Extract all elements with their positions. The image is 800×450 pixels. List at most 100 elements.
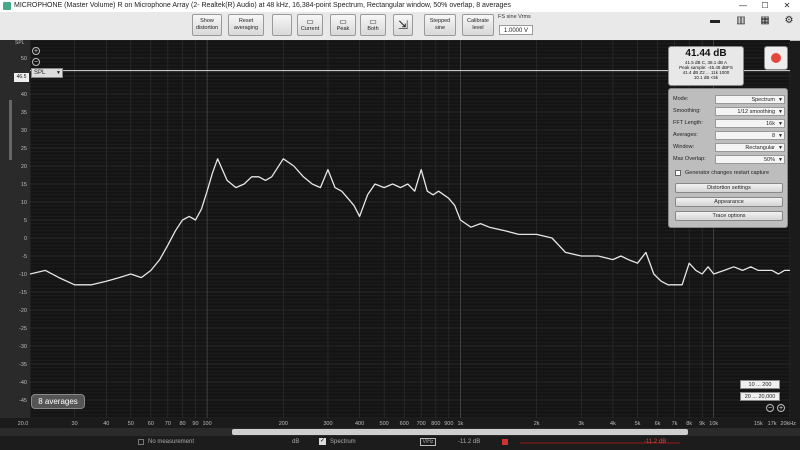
y-tick-label: -15: [19, 290, 27, 296]
x-tick-label: 10k: [709, 421, 718, 427]
chevron-down-icon: ▼: [778, 121, 783, 127]
calibrate-level-button[interactable]: Calibrate level: [462, 14, 494, 36]
current-button[interactable]: ▭ Current: [297, 14, 323, 36]
x-axis-strip: 20.0 30 40 50 60 70 80 90 100 200 300 400 500 600 700 8…: [0, 418, 800, 428]
y-tick-label: -10: [19, 272, 27, 278]
import-icon: ⇲: [397, 18, 409, 32]
mode-row: Mode: Spectrum ▼: [673, 95, 785, 104]
y-tick-label: -5: [22, 254, 27, 260]
close-button[interactable]: ✕: [776, 0, 798, 12]
spectrum-icon[interactable]: ▥: [734, 15, 748, 27]
horizontal-scrollbar[interactable]: [0, 428, 800, 436]
scrollbar-thumb[interactable]: [232, 429, 688, 435]
stepped-sine-label: Stepped sine: [429, 18, 451, 31]
x-axis: 20.0 30 40 50 60 70 80 90 100 200 300 400 500 600 700 8…: [18, 421, 797, 427]
level-marker: 46.5: [14, 73, 29, 82]
zoom-out-icon[interactable]: −: [32, 58, 40, 66]
trace-options-button[interactable]: Trace options: [675, 211, 783, 221]
chevron-down-icon: ▼: [778, 145, 783, 151]
mode-value: Spectrum: [751, 97, 775, 103]
chevron-down-icon: ▼: [778, 133, 783, 139]
mode-label: Mode:: [673, 96, 689, 102]
no-measurement-label: No measurement: [148, 439, 195, 445]
smoothing-dropdown[interactable]: 1/12 smoothing ▼: [715, 107, 785, 116]
x-tick-label: 900: [444, 421, 453, 427]
distortion-settings-button[interactable]: Distortion settings: [675, 183, 783, 193]
zoom-in-x-icon[interactable]: +: [777, 404, 785, 412]
x-tick-label: 80: [179, 421, 185, 427]
title-bar: MICROPHONE (Master Volume) R on Micropho…: [0, 0, 800, 12]
smoothing-row: Smoothing: 1/12 smoothing ▼: [673, 107, 785, 116]
x-tick-label: 60: [148, 421, 154, 427]
x-tick-label: 500: [380, 421, 389, 427]
appearance-button[interactable]: Appearance: [675, 197, 783, 207]
x-tick-label: 3k: [578, 421, 584, 427]
save-icon: ▭: [306, 17, 314, 26]
fft-dropdown[interactable]: 16k ▼: [715, 119, 785, 128]
x-tick-label: 8k: [686, 421, 692, 427]
reset-averaging-button[interactable]: Reset averaging: [228, 14, 264, 36]
spectrum-label: Spectrum: [330, 439, 356, 445]
show-distortion-button[interactable]: Show distortion: [192, 14, 222, 36]
spectrum-checkbox[interactable]: ✓: [319, 438, 326, 445]
mode-dropdown[interactable]: Spectrum ▼: [715, 95, 785, 104]
import-button[interactable]: ⇲: [393, 14, 413, 36]
fs-sine-field[interactable]: 1.0000 V: [499, 25, 533, 35]
window-row: Window: Rectangular ▼: [673, 143, 785, 152]
settings-icon[interactable]: ⚙: [782, 15, 796, 27]
minimize-button[interactable]: —: [732, 0, 754, 12]
y-tick-label: 20: [21, 164, 27, 170]
mode-glyph[interactable]: V/Hz: [420, 438, 436, 446]
current-label: Current: [300, 26, 320, 32]
y-tick-label: 5: [24, 218, 27, 224]
generator-label: Generator changes restart capture: [685, 170, 770, 176]
peak-label: Peak: [336, 26, 350, 32]
overlap-dropdown[interactable]: 50% ▼: [715, 155, 785, 164]
fft-value: 16k: [766, 121, 775, 127]
overlap-label: Max Overlap:: [673, 156, 706, 162]
x-tick-label: 30: [72, 421, 78, 427]
window-label: Window:: [673, 144, 695, 150]
status-bar: No measurement dB ✓ Spectrum V/Hz -11.2 …: [0, 436, 800, 450]
stepped-sine-button[interactable]: Stepped sine: [424, 14, 456, 36]
blank-button[interactable]: [272, 14, 292, 36]
zoom-out-x-icon[interactable]: −: [766, 404, 774, 412]
level-readout: 41.44 dB 41.5 dB C, 38.1 dB A Peak sampl…: [668, 46, 744, 86]
averages-dropdown[interactable]: 8 ▼: [715, 131, 785, 140]
y-axis: 50454035302520151050-5-10-15-20-25-30-35…: [19, 56, 27, 404]
x-tick-label: 100: [202, 421, 211, 427]
control-panel: Mode: Spectrum ▼ Smoothing: 1/12 smoothing ▼…: [668, 88, 788, 228]
generator-checkbox[interactable]: [675, 170, 681, 176]
x-tick-label: 20.0: [18, 421, 29, 427]
y-tick-label: 25: [21, 146, 27, 152]
no-measurement-checkbox[interactable]: [138, 439, 144, 445]
y-range-box[interactable]: 10 ... 200: [740, 380, 780, 389]
red-checkbox[interactable]: [502, 439, 508, 445]
x-tick-label: 4k: [610, 421, 616, 427]
y-tick-label: -20: [19, 308, 27, 314]
monitor-icon[interactable]: ▬: [708, 15, 722, 27]
x-range-box[interactable]: 20 ... 20,000: [740, 392, 780, 401]
zoom-in-icon[interactable]: +: [32, 47, 40, 55]
y-tick-label: -25: [19, 326, 27, 332]
x-tick-label: 200: [279, 421, 288, 427]
peak-button[interactable]: ▭ Peak: [330, 14, 356, 36]
y-tick-label: -35: [19, 362, 27, 368]
y-tick-label: -30: [19, 344, 27, 350]
maximize-button[interactable]: ☐: [754, 0, 776, 12]
spl-dropdown[interactable]: SPL ▼: [31, 68, 63, 78]
window-title: MICROPHONE (Master Volume) R on Micropho…: [14, 2, 511, 9]
window-dropdown[interactable]: Rectangular ▼: [715, 143, 785, 152]
x-tick-label: 90: [192, 421, 198, 427]
meter-icon[interactable]: ▦: [758, 15, 772, 27]
level-slider-track[interactable]: [9, 100, 12, 160]
readout-line-4: 10.1 dB <5k: [693, 75, 719, 80]
record-button[interactable]: [764, 46, 788, 70]
fs-sine-label: FS sine Vrms: [498, 14, 531, 20]
y-tick-label: 10: [21, 200, 27, 206]
both-button[interactable]: ▭ Both: [360, 14, 386, 36]
spl-label: SPL: [34, 70, 46, 76]
averages-value: 8: [771, 133, 775, 139]
reset-averaging-label: Reset averaging: [233, 18, 259, 31]
x-tick-label: 2k: [534, 421, 540, 427]
